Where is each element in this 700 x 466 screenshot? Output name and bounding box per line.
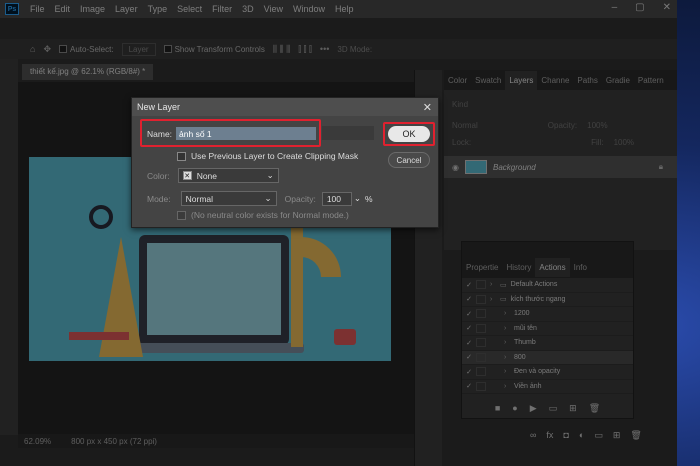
- opacity-input[interactable]: 100: [321, 191, 352, 206]
- mode-row: Mode: Normal ⌄ Opacity: 100 ⌄ %: [147, 191, 373, 206]
- neutral-label: (No neutral color exists for Normal mode…: [191, 210, 349, 220]
- neutral-checkbox[interactable]: [177, 210, 186, 220]
- mode-select[interactable]: Normal ⌄: [180, 191, 277, 206]
- dialog-title: New Layer: [132, 98, 438, 116]
- photoshop-window: Ps File Edit Image Layer Type Select Fil…: [0, 0, 677, 466]
- close-icon[interactable]: ✕: [423, 101, 432, 114]
- color-row: Color: ✕ None ⌄: [147, 168, 279, 183]
- opacity-unit: %: [364, 193, 373, 204]
- ok-highlight: [383, 122, 435, 146]
- no-color-icon: ✕: [182, 171, 192, 180]
- mode-label: Mode:: [147, 193, 171, 204]
- neutral-row: (No neutral color exists for Normal mode…: [177, 210, 349, 220]
- color-select[interactable]: ✕ None ⌄: [177, 168, 279, 183]
- color-value: None: [196, 170, 218, 181]
- name-field-extension: [322, 126, 374, 140]
- color-label: Color:: [147, 170, 170, 181]
- chevron-down-icon: ⌄: [264, 193, 272, 203]
- chevron-down-icon: ⌄: [266, 170, 274, 180]
- clipping-checkbox[interactable]: [177, 151, 186, 161]
- name-highlight: [140, 119, 321, 147]
- clipping-row: Use Previous Layer to Create Clipping Ma…: [177, 151, 358, 161]
- opacity-chevron-icon[interactable]: ⌄: [354, 193, 361, 204]
- cancel-button[interactable]: Cancel: [388, 152, 430, 168]
- mode-value: Normal: [185, 193, 214, 204]
- opacity-label: Opacity:: [284, 193, 316, 204]
- clipping-label: Use Previous Layer to Create Clipping Ma…: [191, 151, 359, 161]
- modal-overlay: [0, 0, 677, 466]
